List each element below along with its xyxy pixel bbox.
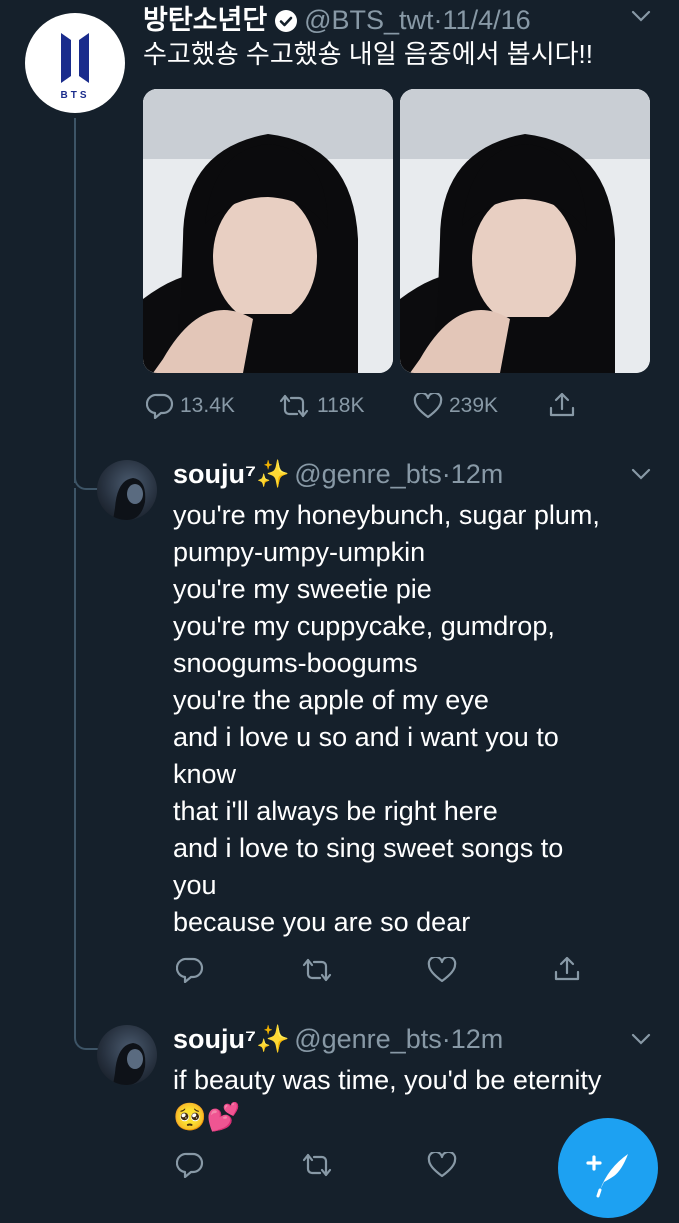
timestamp[interactable]: 12m (451, 459, 504, 489)
compose-tweet-button[interactable] (558, 1118, 658, 1218)
share-icon (554, 956, 580, 981)
tweet-line: and i love to sing sweet songs to (173, 833, 564, 863)
tweet-line: you're my cuppycake, gumdrop, (173, 611, 555, 641)
avatar[interactable] (97, 1025, 157, 1085)
thread-connector (74, 470, 98, 490)
tweet-line: you're the apple of my eye (173, 685, 489, 715)
tweet-line: snoogums-boogums (173, 648, 418, 678)
tweet-header: souju⁷✨ @genre_bts·12m (173, 1023, 503, 1055)
verified-icon (274, 9, 298, 38)
thread-line (74, 488, 76, 1033)
tweet-line: pumpy-umpy-umpkin (173, 537, 426, 567)
reply-icon (176, 1152, 204, 1178)
avatar[interactable]: BTS (25, 13, 125, 113)
tweet-line: you (173, 870, 217, 900)
bts-logo-text: BTS (61, 90, 90, 101)
share-button[interactable] (553, 955, 581, 983)
tweet-text: 수고했숑 수고했숑 내일 음중에서 봅시다!! (143, 39, 593, 69)
reply-icon (146, 393, 174, 419)
tweet-text: you're my honeybunch, sugar plum, pumpy-… (173, 497, 663, 941)
thread-line (74, 118, 76, 483)
retweet-icon (279, 394, 309, 418)
tweet-line: you're my sweetie pie (173, 574, 432, 604)
tweet-header: souju⁷✨ @genre_bts·12m (173, 458, 503, 490)
tweet-line: that i'll always be right here (173, 796, 498, 826)
tweet-line: know (173, 759, 237, 789)
reply-button[interactable] (176, 1152, 204, 1178)
reply-count: 13.4K (180, 394, 235, 417)
reply-button[interactable] (176, 957, 204, 983)
like-icon (413, 393, 443, 419)
display-name[interactable]: souju⁷✨ (173, 459, 290, 489)
retweet-icon (302, 958, 332, 982)
like-button[interactable]: 239K (413, 393, 498, 419)
chevron-down-icon[interactable] (630, 1031, 652, 1047)
chevron-down-icon[interactable] (630, 466, 652, 482)
like-button[interactable] (427, 1152, 457, 1178)
retweet-button[interactable]: 118K (277, 393, 365, 419)
tweet-line: and i love u so and i want you to (173, 722, 559, 752)
separator: · (441, 459, 451, 489)
handle[interactable]: @genre_bts (294, 459, 442, 489)
thread-connector (74, 1030, 98, 1050)
bts-logo-icon: BTS (61, 33, 90, 101)
like-button[interactable] (427, 957, 457, 983)
chevron-down-icon[interactable] (630, 8, 652, 24)
reply-icon (176, 957, 204, 983)
share-button[interactable] (548, 391, 576, 419)
tweet-line: because you are so dear (173, 907, 471, 937)
timestamp[interactable]: 12m (451, 1024, 504, 1054)
separator: · (441, 1024, 451, 1054)
retweet-button[interactable] (300, 1152, 334, 1178)
retweet-icon (302, 1153, 332, 1177)
handle[interactable]: @genre_bts (294, 1024, 442, 1054)
display-name[interactable]: souju⁷✨ (173, 1024, 290, 1054)
retweet-button[interactable] (300, 957, 334, 983)
tweet-photo[interactable] (143, 89, 393, 373)
tweet-line: if beauty was time, you'd be eternity (173, 1065, 602, 1095)
timestamp[interactable]: 11/4/16 (443, 5, 531, 35)
handle[interactable]: @BTS_twt (304, 5, 433, 35)
separator: · (433, 5, 443, 35)
tweet-header: 방탄소년단 @BTS_twt·11/4/16 (143, 0, 531, 38)
avatar[interactable] (97, 460, 157, 520)
like-icon (427, 957, 457, 983)
reply-button[interactable]: 13.4K (146, 393, 235, 419)
display-name[interactable]: 방탄소년단 (143, 5, 267, 35)
compose-tweet-icon (586, 1154, 628, 1198)
like-icon (427, 1152, 457, 1178)
tweet-photo[interactable] (400, 89, 650, 373)
share-icon (549, 392, 575, 417)
tweet-line: you're my honeybunch, sugar plum, (173, 500, 600, 530)
retweet-count: 118K (317, 394, 365, 417)
like-count: 239K (449, 394, 499, 417)
